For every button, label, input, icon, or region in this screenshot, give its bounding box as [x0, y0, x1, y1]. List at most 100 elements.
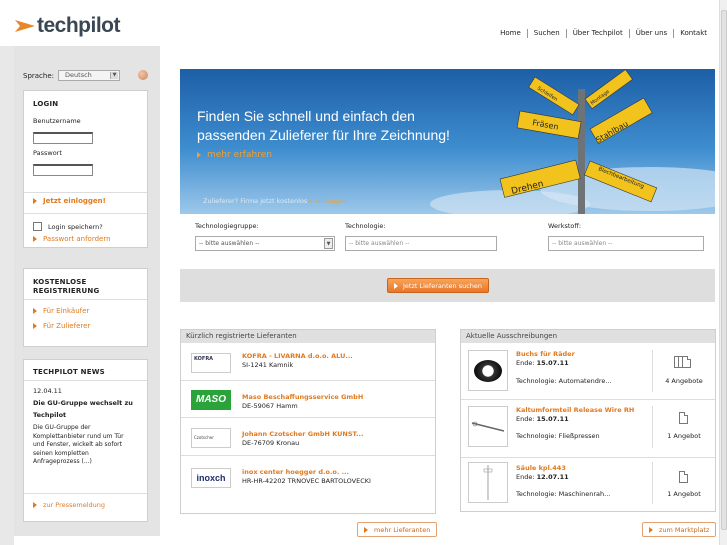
- supplier-logo-text: Czotscher: [194, 435, 214, 440]
- news-box: TECHPILOT NEWS 12.04.11 Die GU-Gruppe we…: [23, 359, 148, 522]
- technology-label: Technologie:: [345, 222, 386, 230]
- more-suppliers-button[interactable]: mehr Lieferanten: [357, 522, 438, 537]
- tender-row[interactable]: Buchs für Räder Ende: 15.07.11 Technolog…: [461, 344, 715, 400]
- login-link[interactable]: Jetzt einloggen!: [33, 197, 106, 205]
- supplier-name[interactable]: inox center hoegger d.o.o. ...: [242, 468, 349, 476]
- login-box: LOGIN Benutzername Passwort Jetzt einlog…: [23, 90, 148, 248]
- arrow-right-icon: ▸: [309, 197, 313, 205]
- language-label: Sprache:: [23, 71, 55, 80]
- scrollbar-thumb[interactable]: [721, 10, 727, 530]
- tender-tech-value: Fließpressen: [558, 432, 600, 440]
- technology-filter: Technologie: -- bitte auswählen --: [345, 222, 497, 251]
- username-label: Benutzername: [33, 117, 81, 125]
- password-input[interactable]: [33, 164, 93, 176]
- arrow-right-icon: [197, 152, 201, 158]
- news-body-line: und Fenster, wickelt ab sofort: [33, 441, 122, 448]
- supplier-address: DE-76709 Kronau: [242, 439, 300, 447]
- supplier-name[interactable]: KOFRA - LIVARNA d.o.o. ALU...: [242, 352, 353, 360]
- marketplace-label: zum Marktplatz: [659, 525, 710, 534]
- offers-count: 4 Angebote: [665, 377, 703, 385]
- logo-text: techpilot: [37, 14, 121, 37]
- banner-footer-text: Zulieferer? Firma jetzt kostenlos: [203, 197, 308, 205]
- technology-select[interactable]: -- bitte auswählen --: [345, 236, 497, 251]
- tender-tech-value: Automatendre...: [558, 377, 612, 385]
- nav-contact[interactable]: Kontakt: [673, 29, 713, 38]
- arrow-right-icon: [33, 323, 37, 329]
- nav-about-techpilot[interactable]: Über Techpilot: [565, 29, 629, 38]
- press-release-link[interactable]: zur Pressemeldung: [33, 501, 105, 509]
- offers-count: 1 Angebot: [667, 490, 701, 498]
- material-filter: Werkstoff: -- bitte auswählen --: [548, 222, 704, 251]
- username-input[interactable]: [33, 132, 93, 144]
- banner-footer: Zulieferer? Firma jetzt kostenlos ▸ eint…: [203, 197, 349, 205]
- tech-group-select[interactable]: -- bitte auswählen -- ▼: [195, 236, 335, 251]
- chevron-down-icon: ▼: [324, 238, 333, 249]
- supplier-row[interactable]: MASO Maso Beschaffungsservice GmbH DE-59…: [181, 381, 435, 418]
- tender-tech-label: Technologie:: [516, 490, 557, 498]
- material-select[interactable]: -- bitte auswählen --: [548, 236, 704, 251]
- divider: [24, 299, 147, 300]
- nav-home[interactable]: Home: [494, 29, 527, 38]
- news-headline-line2: Techpilot: [33, 411, 67, 419]
- banner-headline: Finden Sie schnell und einfach den passe…: [197, 107, 477, 145]
- supplier-row[interactable]: KOFRA KOFRA - LIVARNA d.o.o. ALU... SI-1…: [181, 344, 435, 381]
- banner-more-link[interactable]: mehr erfahren: [197, 150, 272, 160]
- supplier-row[interactable]: inoxch inox center hoegger d.o.o. ... HR…: [181, 456, 435, 496]
- register-link[interactable]: eintragen!: [315, 197, 349, 205]
- chevron-down-icon: ▼: [110, 72, 119, 79]
- supplier-logo: MASO: [191, 390, 231, 410]
- bushing-image: [474, 360, 502, 382]
- offers-count: 1 Angebot: [667, 432, 701, 440]
- marketplace-button[interactable]: zum Marktplatz: [642, 522, 717, 537]
- nav-about-us[interactable]: Über uns: [628, 29, 674, 38]
- supplier-name[interactable]: Johann Czotscher GmbH KUNST...: [242, 430, 363, 438]
- tender-end-label: Ende:: [516, 473, 535, 481]
- arrow-right-icon: [364, 526, 368, 533]
- technology-placeholder: -- bitte auswählen --: [349, 240, 410, 247]
- suppliers-link[interactable]: Für Zulieferer: [33, 322, 90, 330]
- header: techpilot Home Suchen Über Techpilot Übe…: [0, 0, 727, 46]
- divider: [652, 406, 653, 448]
- news-date: 12.04.11: [33, 387, 62, 395]
- news-body-line: Komplettanbieter rund um Tür: [33, 432, 124, 440]
- divider: [24, 192, 147, 193]
- tech-group-label: Technologiegruppe:: [195, 222, 259, 230]
- supplier-address: HR-HR-42202 TRNOVEC BARTOLOVECKI: [242, 477, 371, 485]
- divider: [652, 350, 653, 392]
- supplier-name[interactable]: Maso Beschaffungsservice GmbH: [242, 393, 363, 401]
- tender-row[interactable]: Säule kpl.443 Ende: 12.07.11 Technologie…: [461, 458, 715, 512]
- arrow-right-icon: [394, 282, 398, 289]
- supplier-row[interactable]: Czotscher Johann Czotscher GmbH KUNST...…: [181, 418, 435, 456]
- language-value: Deutsch: [65, 71, 92, 79]
- request-password-link[interactable]: Passwort anfordern: [33, 235, 111, 243]
- tender-end-date: 15.07.11: [536, 415, 569, 423]
- arrow-right-icon: [33, 308, 37, 314]
- logo-arrow-icon: [15, 20, 35, 32]
- tender-row[interactable]: Kaltumformteil Release Wire RH Ende: 15.…: [461, 400, 715, 458]
- tenders-panel-title: Aktuelle Ausschreibungen: [461, 330, 715, 343]
- search-suppliers-button[interactable]: Jetzt Lieferanten suchen: [387, 278, 490, 293]
- remember-checkbox[interactable]: [33, 222, 42, 231]
- search-button-label: Jetzt Lieferanten suchen: [403, 281, 483, 290]
- login-title: LOGIN: [33, 100, 59, 108]
- techpilot-logo[interactable]: techpilot: [15, 14, 121, 38]
- divider: [652, 462, 653, 504]
- tech-group-value: -- bitte auswählen --: [199, 240, 260, 247]
- language-select[interactable]: Deutsch ▼: [58, 70, 121, 81]
- nav-search[interactable]: Suchen: [526, 29, 566, 38]
- buyers-link[interactable]: Für Einkäufer: [33, 307, 89, 315]
- page-scrollbar[interactable]: [719, 0, 727, 545]
- tender-title[interactable]: Kaltumformteil Release Wire RH: [516, 406, 634, 414]
- tender-title[interactable]: Buchs für Räder: [516, 350, 575, 358]
- supplier-logo-text: KOFRA: [194, 356, 214, 362]
- tender-title[interactable]: Säule kpl.443: [516, 464, 566, 472]
- news-headline[interactable]: Die GU-Gruppe wechselt zu Techpilot: [33, 397, 133, 421]
- tender-tech-value: Maschinenrah...: [558, 490, 611, 498]
- remember-login-row: Login speichern?: [33, 222, 103, 231]
- tender-end-label: Ende:: [516, 415, 535, 423]
- hero-banner[interactable]: Schleifen Montage Fräsen Stahlbau Drehen…: [180, 69, 715, 214]
- news-title: TECHPILOT NEWS: [33, 368, 105, 376]
- tenders-panel: Aktuelle Ausschreibungen Buchs für Räder…: [460, 329, 716, 512]
- supplier-logo: Czotscher: [191, 428, 231, 448]
- material-placeholder: -- bitte auswählen --: [552, 240, 613, 247]
